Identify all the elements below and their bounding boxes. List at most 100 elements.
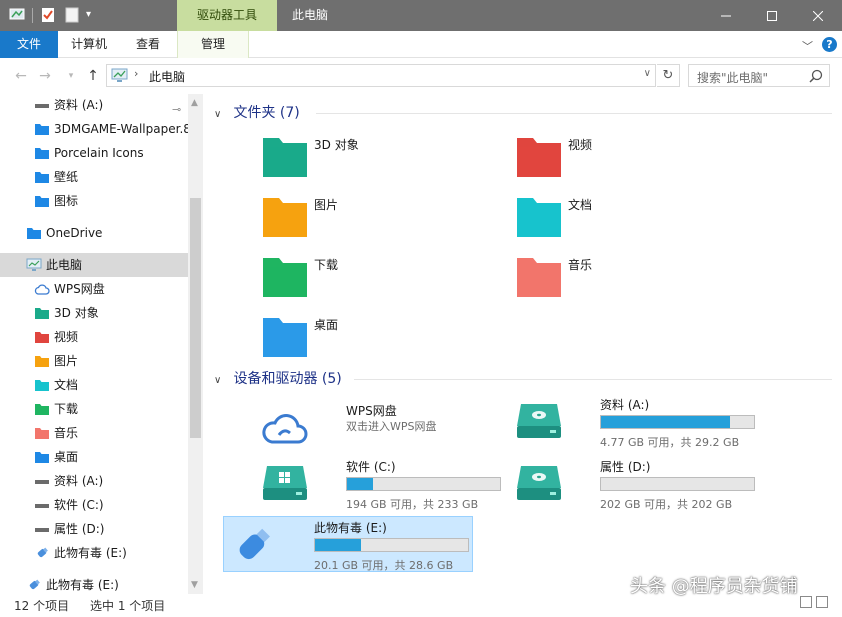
drive-item[interactable]: 属性 (D:) 202 GB 可用，共 202 GB	[510, 456, 760, 512]
sidebar-item-label: 音乐	[54, 426, 79, 440]
sidebar-item[interactable]: 文档	[0, 373, 188, 397]
close-button[interactable]	[795, 0, 841, 31]
sidebar-item[interactable]: 3DMGAME-Wallpaper.8	[0, 117, 188, 141]
sidebar-item[interactable]: WPS网盘	[0, 277, 188, 301]
sidebar-item[interactable]: 此物有毒 (E:)	[0, 541, 188, 565]
scrollbar-thumb[interactable]	[190, 198, 201, 438]
sidebar-item[interactable]: 软件 (C:)	[0, 493, 188, 517]
group-title: 文件夹	[233, 105, 276, 121]
drive-icon	[35, 528, 49, 532]
drive-item[interactable]: 此物有毒 (E:) 20.1 GB 可用，共 28.6 GB	[223, 516, 473, 572]
sidebar-item[interactable]: 图标	[0, 189, 188, 213]
back-arrow-icon[interactable]: ←	[12, 67, 30, 85]
minimize-button[interactable]	[703, 0, 749, 31]
forward-arrow-icon[interactable]: →	[36, 67, 54, 85]
sidebar-item-label: 资料 (A:)	[54, 98, 104, 112]
sidebar-item[interactable]: 图片	[0, 349, 188, 373]
drive-icon	[35, 480, 49, 484]
sidebar-item-label: WPS网盘	[54, 282, 105, 296]
expand-ribbon-icon[interactable]: ﹀	[802, 38, 813, 54]
group-divider	[354, 379, 832, 380]
folder-label: 音乐	[568, 258, 593, 272]
capacity-bar	[346, 477, 501, 491]
folder-item[interactable]: 音乐	[516, 256, 756, 312]
folder-salmon-icon	[35, 428, 49, 439]
properties-icon[interactable]	[40, 7, 56, 23]
sidebar-item-label: 图标	[54, 194, 79, 208]
folder-item[interactable]: 视频	[516, 136, 756, 192]
sidebar-item[interactable]: 桌面	[0, 445, 188, 469]
folder-item[interactable]: 3D 对象	[262, 136, 502, 192]
customize-toolbar-icon[interactable]: ▾	[86, 7, 102, 23]
tab-computer[interactable]: 计算机	[58, 31, 120, 58]
breadcrumb-this-pc[interactable]: 此电脑	[149, 68, 185, 85]
search-input[interactable]: 搜索"此电脑"	[688, 64, 830, 87]
folder-item[interactable]: 桌面	[262, 316, 502, 372]
computer-icon	[26, 258, 42, 271]
sidebar-item[interactable]: 资料 (A:)	[0, 469, 188, 493]
large-icons-view-icon[interactable]	[816, 596, 828, 608]
help-icon[interactable]: ?	[822, 37, 837, 52]
maximize-icon	[767, 10, 777, 21]
folder-item[interactable]: 下载	[262, 256, 502, 312]
toolbar-separator	[32, 8, 33, 23]
collapse-chevron-icon[interactable]: ∨	[214, 375, 229, 386]
title-bar: ▾ 驱动器工具 此电脑	[0, 0, 842, 31]
folder-item[interactable]: 图片	[262, 196, 502, 252]
chevron-down-icon[interactable]: ∨	[644, 68, 651, 79]
sidebar-item[interactable]: 此物有毒 (E:)	[0, 573, 188, 594]
group-header-folders[interactable]: ∨ 文件夹 (7)	[214, 102, 300, 124]
computer-icon[interactable]	[9, 7, 25, 23]
sidebar-scrollbar[interactable]: ▲ ▼	[188, 94, 203, 594]
maximize-button[interactable]	[749, 0, 795, 31]
drive-name: 软件 (C:)	[346, 460, 396, 474]
scroll-up-icon[interactable]: ▲	[191, 98, 198, 108]
folder-icon	[263, 198, 307, 237]
cloud-icon	[262, 414, 308, 444]
drive-name: 此物有毒 (E:)	[314, 521, 387, 535]
tab-manage[interactable]: 管理	[177, 31, 249, 58]
capacity-bar-fill	[347, 478, 373, 490]
sidebar-item[interactable]: 壁纸	[0, 165, 188, 189]
drive-item[interactable]: 软件 (C:) 194 GB 可用，共 233 GB	[256, 456, 506, 512]
breadcrumb-chevron-icon[interactable]: ›	[134, 67, 138, 80]
up-arrow-icon[interactable]: ↑	[84, 67, 102, 85]
details-view-icon[interactable]	[800, 596, 812, 608]
drive-item[interactable]: WPS网盘 双击进入WPS网盘	[256, 400, 506, 456]
sidebar-item[interactable]: 视频	[0, 325, 188, 349]
pin-icon[interactable]: ⊸	[172, 98, 181, 117]
folder-icon	[517, 258, 561, 297]
capacity-bar	[600, 415, 755, 429]
search-placeholder: 搜索"此电脑"	[697, 71, 769, 85]
sidebar-item[interactable]: 属性 (D:)	[0, 517, 188, 541]
folder-label: 桌面	[314, 318, 339, 332]
sidebar-item[interactable]: 下载	[0, 397, 188, 421]
drive-item[interactable]: 资料 (A:) 4.77 GB 可用，共 29.2 GB	[510, 394, 760, 450]
recent-locations-icon[interactable]: ▾	[62, 67, 80, 85]
folder-blue-icon	[27, 228, 41, 239]
folder-item[interactable]: 文档	[516, 196, 756, 252]
scroll-down-icon[interactable]: ▼	[191, 580, 198, 590]
capacity-bar	[600, 477, 755, 491]
drive-detail: 4.77 GB 可用，共 29.2 GB	[600, 436, 740, 449]
sidebar-item[interactable]: 音乐	[0, 421, 188, 445]
sidebar-item-label: 属性 (D:)	[54, 522, 105, 536]
sidebar-item[interactable]: 资料 (A:) ⊸	[0, 94, 188, 117]
drive-detail: 20.1 GB 可用，共 28.6 GB	[314, 559, 454, 572]
tab-view[interactable]: 查看	[120, 31, 176, 58]
collapse-chevron-icon[interactable]: ∨	[214, 109, 229, 120]
sidebar-item[interactable]: Porcelain Icons	[0, 141, 188, 165]
group-divider	[316, 113, 832, 114]
usb-icon	[29, 579, 40, 590]
sidebar-item[interactable]: 此电脑	[0, 253, 188, 277]
watermark: 头条 @程序员杂货铺	[630, 576, 798, 597]
address-bar[interactable]: › 此电脑 ∨	[106, 64, 656, 87]
sidebar-item[interactable]: OneDrive	[0, 221, 188, 245]
new-folder-icon[interactable]	[64, 7, 80, 23]
sidebar-item[interactable]: 3D 对象	[0, 301, 188, 325]
refresh-icon[interactable]: ↻	[657, 64, 680, 87]
search-icon[interactable]	[809, 69, 823, 83]
folder-green-icon	[35, 404, 49, 415]
tab-file[interactable]: 文件	[0, 31, 58, 58]
folder-blue-icon	[35, 172, 49, 183]
